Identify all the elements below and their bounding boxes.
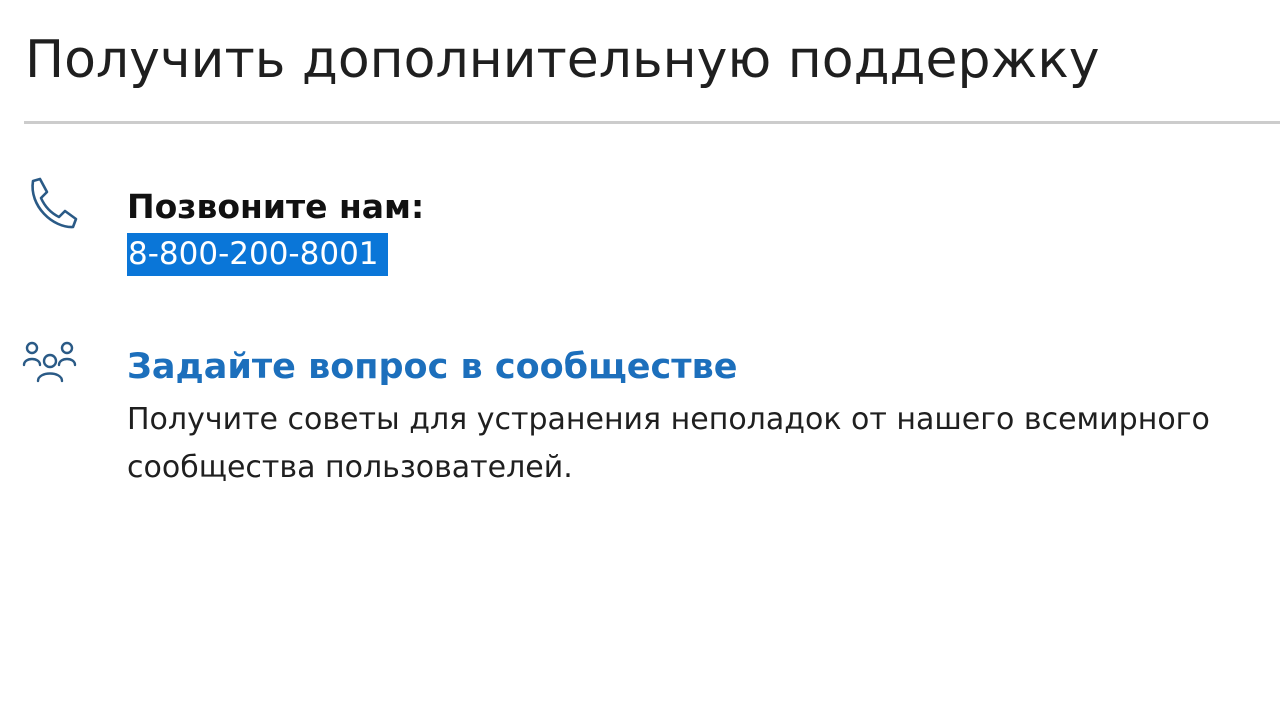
call-us-heading: Позвоните нам: xyxy=(127,187,425,226)
page-title: Получить дополнительную поддержку xyxy=(25,30,1100,90)
title-divider xyxy=(24,121,1280,124)
community-description: Получите советы для устранения неполадок… xyxy=(127,402,1210,485)
phone-number[interactable]: 8-800-200-8001 xyxy=(127,233,388,276)
ask-community-link[interactable]: Задайте вопрос в сообществе xyxy=(127,344,737,390)
people-icon xyxy=(22,341,77,383)
phone-icon xyxy=(31,177,78,229)
